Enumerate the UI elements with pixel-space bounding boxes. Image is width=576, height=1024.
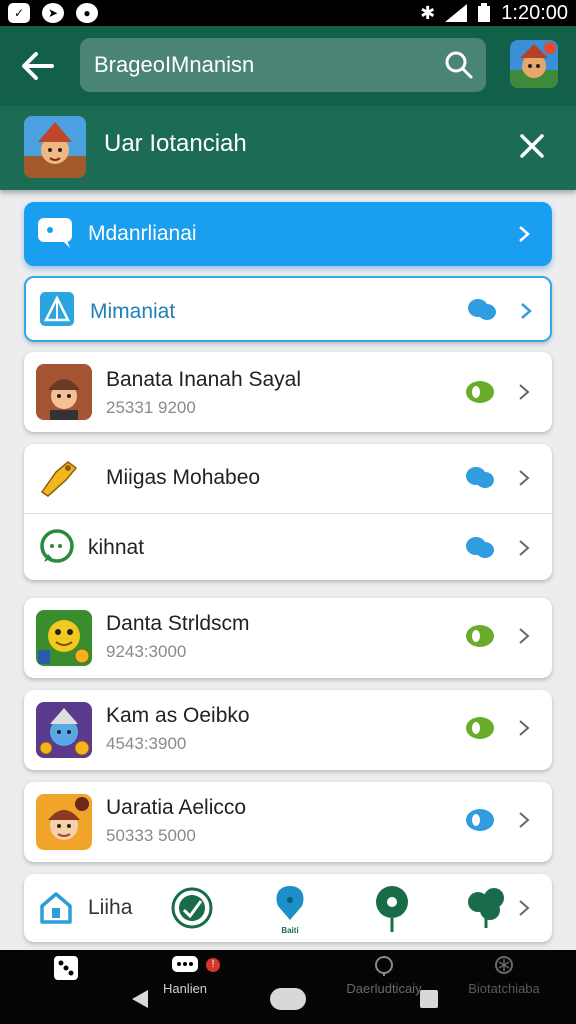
map-icon [40,292,74,326]
list-item[interactable]: Miigas Mohabeo [24,444,552,512]
chevron-right-icon [519,540,530,556]
flower-icon [376,886,408,932]
home-icon [40,892,72,924]
nav-item-settings[interactable]: Biotatchiaba [456,954,552,1000]
list-item-title: Danta Strldscm [106,612,250,635]
list-item-title: Liiha [88,896,133,919]
back-arrow-icon[interactable] [18,48,58,84]
sub-header-title: Uar Iotanciah [104,130,247,157]
nav-item-discover[interactable]: Daerludticaiy [336,954,432,1000]
search-icon[interactable] [444,50,474,80]
chevron-right-icon [521,303,532,319]
profile-avatar[interactable] [510,40,558,88]
chat-status-icon [466,537,494,558]
system-home-button[interactable] [270,988,306,1010]
system-back-icon[interactable] [130,988,150,1010]
list-item-title: Mimaniat [90,300,176,323]
whatsapp-icon [40,529,74,563]
online-status-icon [466,381,494,403]
list-item[interactable]: Danta Strldscm 9243:3000 [24,598,552,678]
game-avatar [24,116,86,178]
chat-icon [172,956,198,972]
bottom-nav: ! Hanlien Daerludticaiy Biotatchiaba [0,950,576,1024]
list-item-title: Miigas Mohabeo [106,466,261,489]
list-item-subtitle: 50333 5000 [106,826,196,845]
nav-item-chat[interactable]: ! Hanlien [150,954,220,1000]
tree-icon [468,888,504,928]
nav-label: Hanlien [162,981,208,996]
globe-icon [375,956,393,976]
chat-status-icon [466,809,494,831]
dice-icon [54,956,78,980]
bluetooth-icon: ✱ [420,2,436,23]
chevron-right-icon [519,470,530,486]
online-status-icon [466,625,494,647]
chevron-right-icon [519,628,530,644]
list-item-subtitle: 4543:3900 [106,734,187,753]
list-item[interactable]: Liiha Baiti [24,874,552,942]
game-avatar [36,610,92,666]
list-item-title: Banata Inanah Sayal [106,368,301,391]
chevron-right-icon [519,384,530,400]
notification-badge: ! [206,958,220,972]
notification-icon: ✓ [8,3,30,23]
signal-icon [445,4,468,22]
sub-header: Uar Iotanciah [0,106,576,190]
navigation-icon: ➤ [42,3,64,23]
list-item[interactable]: Banata Inanah Sayal 25331 9200 [24,352,552,432]
list-item-subtitle: 25331 9200 [106,398,196,417]
chat-status-icon [466,467,494,488]
nav-label: Daerludticaiy [346,981,422,996]
list-group: Miigas Mohabeo kihnat [24,444,552,580]
status-bar: ✓ ➤ ● ✱ 1:20:00 [0,0,576,26]
location-pin-caption: Baiti [281,926,299,935]
chat-bubble-icon [38,218,72,248]
list-item-title: Uaratia Aelicco [106,796,247,819]
list-item[interactable]: Uaratia Aelicco 50333 5000 [24,782,552,862]
system-recents-button[interactable] [420,990,438,1008]
list-item[interactable]: Kam as Oeibko 4543:3900 [24,690,552,770]
chevron-right-icon [519,900,530,916]
list-item-title: Mdanrlianai [88,222,197,245]
game-avatar [36,364,92,420]
list-item-title: Kam as Oeibko [106,704,250,727]
chevron-right-icon [519,226,530,242]
list-item-title: kihnat [88,536,145,559]
location-pin-icon [276,886,304,920]
horn-icon [40,461,78,497]
search-input[interactable]: BrageoIMnanisn [80,38,486,92]
list-item-selected[interactable]: Mimaniat [24,276,552,342]
clock: 1:20:00 [501,1,568,24]
list-item-highlighted[interactable]: Mdanrlianai [24,202,552,266]
game-avatar [36,794,92,850]
app-bar: BrageoIMnanisn [0,26,576,106]
chat-status-icon [468,299,496,320]
list-item[interactable]: kihnat [24,514,552,580]
battery-icon [478,3,491,22]
compass-icon [171,887,213,929]
nav-label: Biotatchiaba [468,981,540,996]
chevron-right-icon [519,720,530,736]
close-icon[interactable] [514,128,550,164]
game-avatar [36,702,92,758]
chevron-right-icon [519,812,530,828]
list-item-subtitle: 9243:3000 [106,642,187,661]
search-query: BrageoIMnanisn [94,52,255,77]
messenger-icon: ● [76,3,98,23]
nav-item-games[interactable] [46,954,86,1000]
settings-icon [495,956,513,974]
online-status-icon [466,717,494,739]
